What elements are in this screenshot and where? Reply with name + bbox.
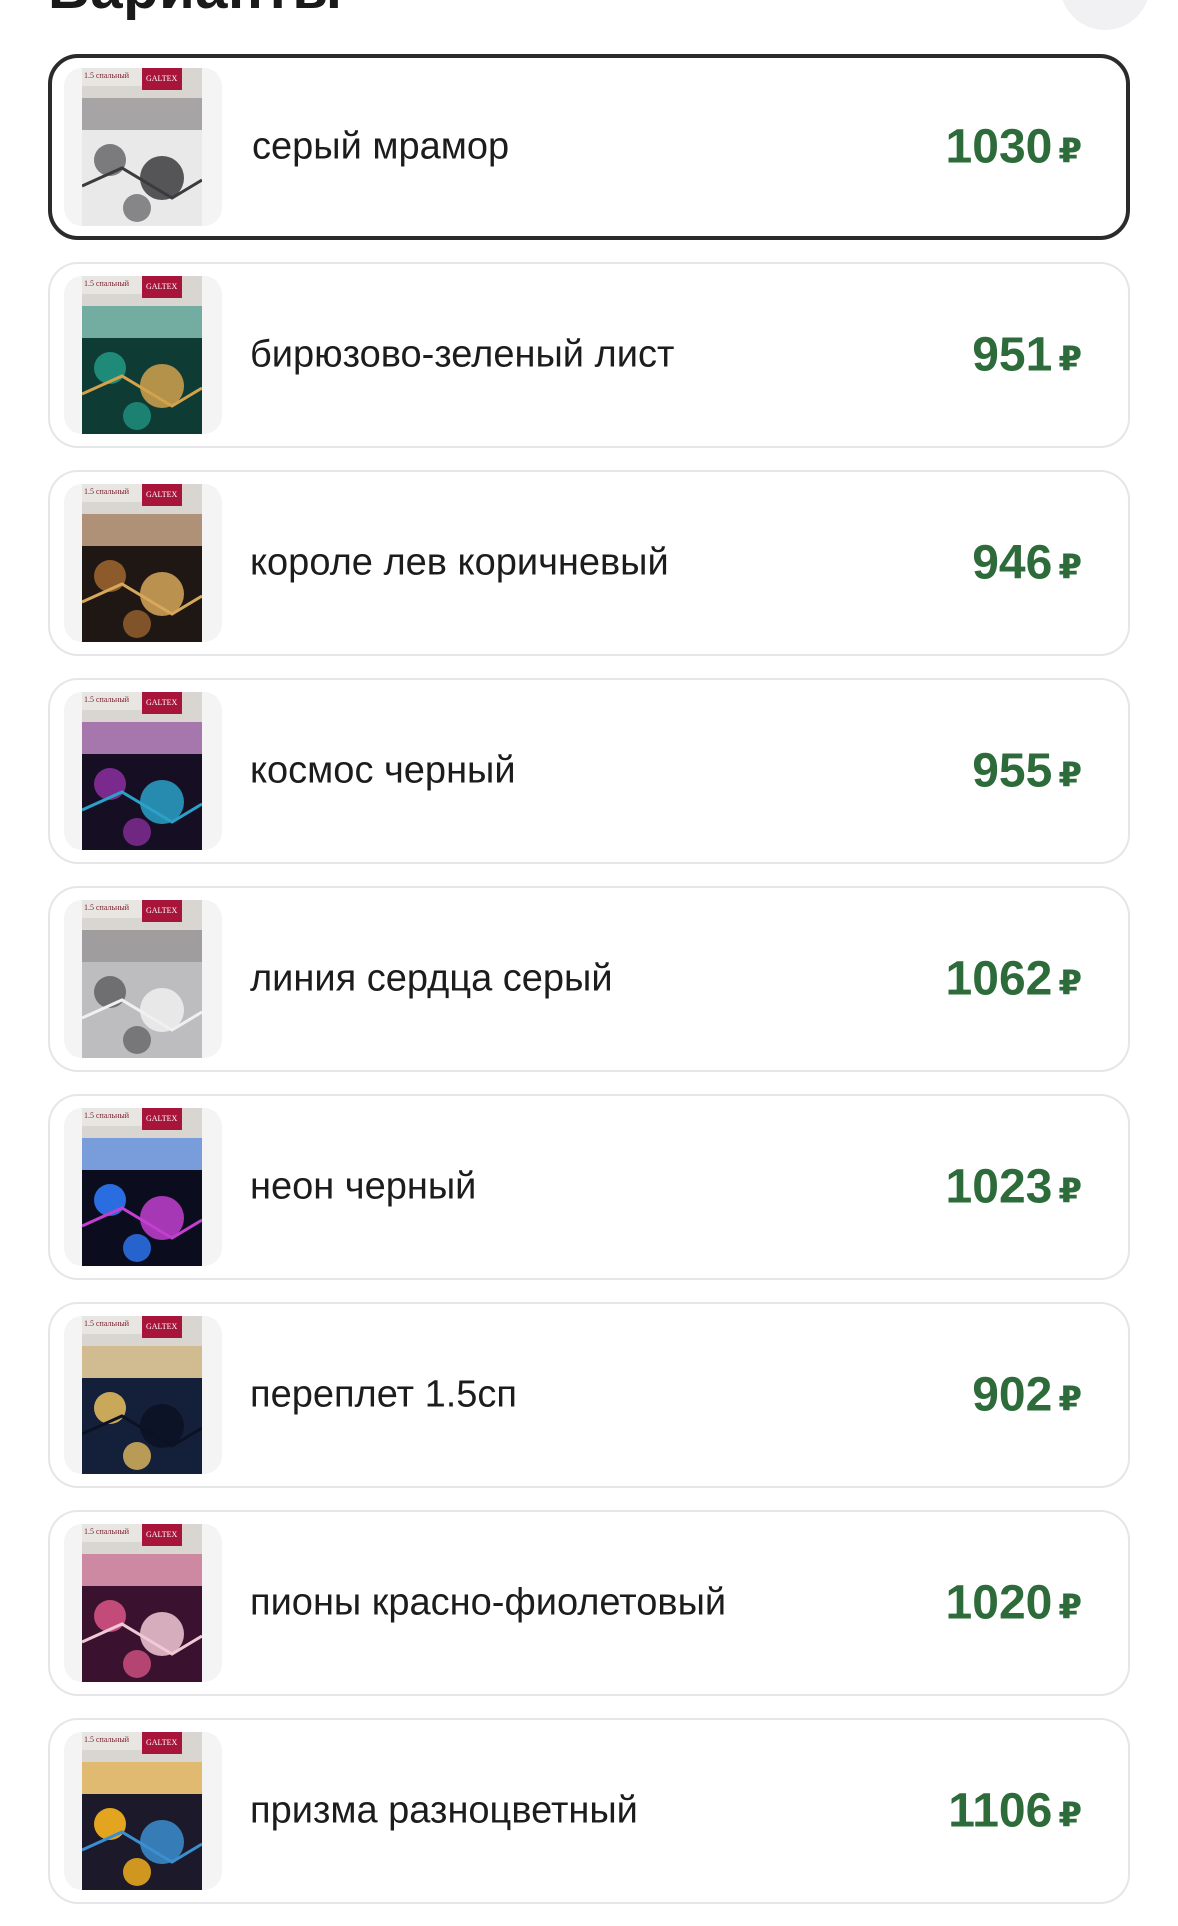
brand-tag: GALTEX	[146, 1114, 178, 1123]
size-tag: 1.5 спальный	[84, 279, 130, 288]
price-amount: 1023	[945, 1160, 1053, 1214]
product-photo: 1.5 спальный GALTEX	[82, 1524, 202, 1682]
brand-tag: GALTEX	[146, 698, 178, 707]
size-tag: 1.5 спальный	[84, 903, 130, 912]
variant-name: неон черный	[250, 1165, 477, 1208]
size-tag: 1.5 спальный	[84, 695, 130, 704]
variants-list: 1.5 спальный GALTEX серый мрамор 1030 ₽1.5 с…	[48, 54, 1130, 1926]
variant-thumbnail: 1.5 спальный GALTEX	[64, 1316, 222, 1474]
currency-symbol: ₽	[1058, 1796, 1082, 1835]
size-tag: 1.5 спальный	[84, 1111, 130, 1120]
variant-price: 1023 ₽	[946, 1160, 1082, 1215]
price-amount: 1106	[948, 1784, 1053, 1838]
variant-thumbnail: 1.5 спальный GALTEX	[64, 68, 222, 226]
variant-name: пионы красно-фиолетовый	[250, 1581, 727, 1624]
variant-price: 955 ₽	[972, 744, 1082, 799]
brand-tag: GALTEX	[146, 1530, 178, 1539]
brand-tag: GALTEX	[146, 906, 178, 915]
variant-price: 1062 ₽	[946, 952, 1082, 1007]
variant-price: 946 ₽	[972, 536, 1082, 591]
currency-symbol: ₽	[1058, 1380, 1082, 1419]
product-photo: 1.5 спальный GALTEX	[82, 276, 202, 434]
variant-card[interactable]: 1.5 спальный GALTEX серый мрамор 1030 ₽	[48, 54, 1130, 240]
currency-symbol: ₽	[1058, 964, 1082, 1003]
product-photo: 1.5 спальный GALTEX	[82, 1316, 202, 1474]
size-tag: 1.5 спальный	[84, 1527, 130, 1536]
variant-thumbnail: 1.5 спальный GALTEX	[64, 1108, 222, 1266]
variant-name: линия сердца серый	[250, 957, 613, 1000]
variant-thumbnail: 1.5 спальный GALTEX	[64, 1524, 222, 1682]
variant-card[interactable]: 1.5 спальный GALTEX бирюзово-зеленый лист 9…	[48, 262, 1130, 448]
variant-name: короле лев коричневый	[250, 541, 669, 584]
variant-price: 1106 ₽	[948, 1784, 1082, 1839]
variant-price: 1020 ₽	[946, 1576, 1082, 1631]
currency-symbol: ₽	[1058, 340, 1082, 379]
variant-thumbnail: 1.5 спальный GALTEX	[64, 692, 222, 850]
price-amount: 902	[972, 1368, 1053, 1422]
variant-card[interactable]: 1.5 спальный GALTEX пионы красно-фиолетовы…	[48, 1510, 1130, 1696]
variant-card[interactable]: 1.5 спальный GALTEX космос черный 955 ₽	[48, 678, 1130, 864]
top-action-button[interactable]	[1060, 0, 1150, 30]
variant-thumbnail: 1.5 спальный GALTEX	[64, 900, 222, 1058]
variant-card[interactable]: 1.5 спальный GALTEX неон черный 1023 ₽	[48, 1094, 1130, 1280]
variant-thumbnail: 1.5 спальный GALTEX	[64, 1732, 222, 1890]
product-photo: 1.5 спальный GALTEX	[82, 692, 202, 850]
variant-card[interactable]: 1.5 спальный GALTEX короле лев коричневый 9…	[48, 470, 1130, 656]
price-amount: 1062	[945, 952, 1053, 1006]
currency-symbol: ₽	[1058, 548, 1082, 587]
brand-tag: GALTEX	[146, 490, 178, 499]
variant-thumbnail: 1.5 спальный GALTEX	[64, 276, 222, 434]
variant-price: 1030 ₽	[946, 120, 1082, 175]
price-amount: 955	[972, 744, 1053, 798]
price-amount: 1030	[945, 120, 1053, 174]
product-photo: 1.5 спальный GALTEX	[82, 1108, 202, 1266]
size-tag: 1.5 спальный	[84, 1735, 130, 1744]
price-amount: 946	[972, 536, 1053, 590]
currency-symbol: ₽	[1058, 132, 1082, 171]
product-photo: 1.5 спальный GALTEX	[82, 484, 202, 642]
product-photo: 1.5 спальный GALTEX	[82, 68, 202, 226]
variant-name: переплет 1.5сп	[250, 1373, 517, 1416]
variant-card[interactable]: 1.5 спальный GALTEX призма разноцветный 110…	[48, 1718, 1130, 1904]
currency-symbol: ₽	[1058, 1172, 1082, 1211]
variant-name: серый мрамор	[252, 125, 510, 168]
size-tag: 1.5 спальный	[84, 1319, 130, 1328]
price-amount: 951	[972, 328, 1053, 382]
brand-tag: GALTEX	[146, 74, 178, 83]
size-tag: 1.5 спальный	[84, 487, 130, 496]
variant-card[interactable]: 1.5 спальный GALTEX переплет 1.5сп 902 ₽	[48, 1302, 1130, 1488]
variant-name: призма разноцветный	[250, 1789, 638, 1832]
variant-card[interactable]: 1.5 спальный GALTEX линия сердца серый 1062…	[48, 886, 1130, 1072]
product-photo: 1.5 спальный GALTEX	[82, 900, 202, 1058]
product-photo: 1.5 спальный GALTEX	[82, 1732, 202, 1890]
variant-price: 951 ₽	[972, 328, 1082, 383]
variant-name: космос черный	[250, 749, 516, 792]
variant-name: бирюзово-зеленый лист	[250, 333, 675, 376]
brand-tag: GALTEX	[146, 282, 178, 291]
brand-tag: GALTEX	[146, 1738, 178, 1747]
variant-thumbnail: 1.5 спальный GALTEX	[64, 484, 222, 642]
price-amount: 1020	[945, 1576, 1053, 1630]
size-tag: 1.5 спальный	[84, 71, 130, 80]
brand-tag: GALTEX	[146, 1322, 178, 1331]
currency-symbol: ₽	[1058, 756, 1082, 795]
currency-symbol: ₽	[1058, 1588, 1082, 1627]
page-title: Варианты	[48, 0, 342, 18]
variant-price: 902 ₽	[972, 1368, 1082, 1423]
